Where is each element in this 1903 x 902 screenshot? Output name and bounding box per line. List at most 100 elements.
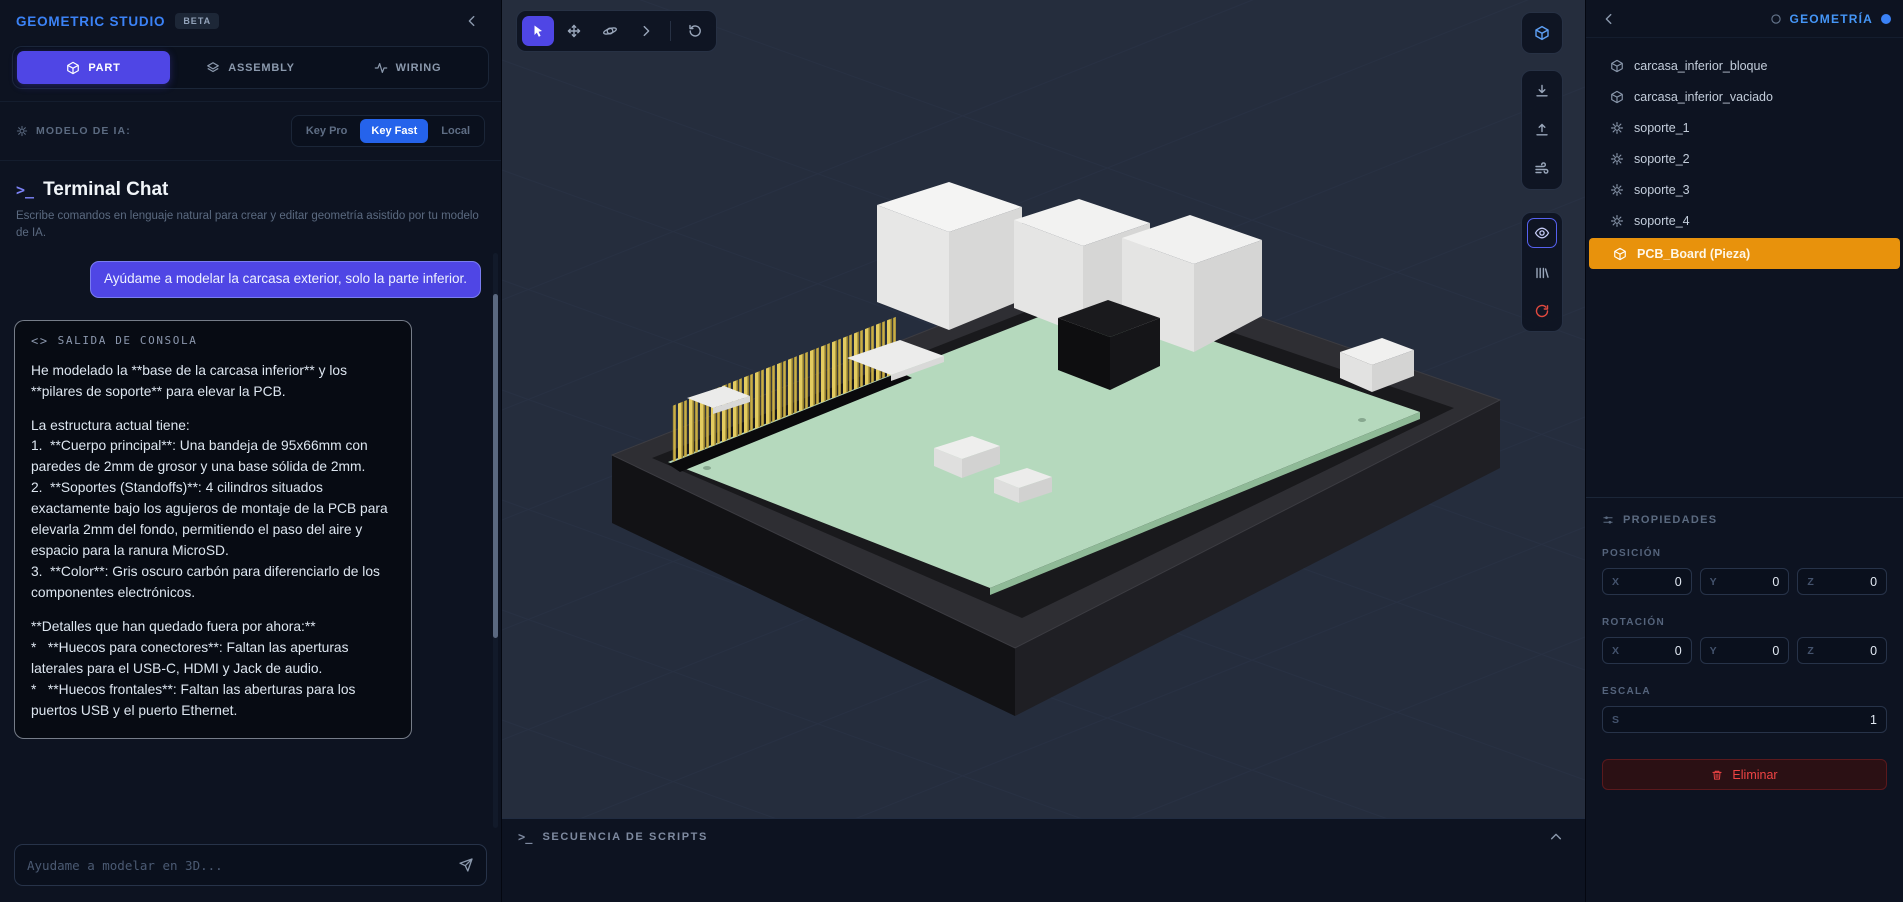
toolbar-divider	[670, 21, 671, 41]
ai-model-row: MODELO DE IA: Key Pro Key Fast Local	[0, 101, 501, 161]
tab-assembly-label: ASSEMBLY	[228, 62, 295, 74]
chat-subtitle: Escribe comandos en lenguaje natural par…	[16, 208, 485, 241]
user-message-bubble: Ayúdame a modelar la carcasa exterior, s…	[90, 261, 481, 297]
model-option-local[interactable]: Local	[430, 119, 481, 143]
library-icon	[1534, 264, 1550, 280]
ai-model-label-wrap: MODELO DE IA:	[16, 125, 131, 137]
position-x-input[interactable]	[1619, 575, 1682, 589]
scale-s-field: S	[1602, 706, 1887, 733]
position-inputs: X Y Z	[1602, 568, 1887, 595]
tab-part[interactable]: PART	[17, 51, 170, 84]
brand: GEOMETRIC STUDIO BETA	[16, 13, 219, 29]
chat-scrollbar-thumb[interactable]	[493, 294, 498, 639]
view-cube-button[interactable]	[1527, 18, 1557, 48]
eye-icon	[1534, 225, 1550, 241]
send-button[interactable]	[458, 857, 474, 873]
geometry-item-soporte-4[interactable]: soporte_4	[1586, 205, 1903, 236]
collapse-right-panel-button[interactable]	[1596, 6, 1622, 32]
geometry-item-label: soporte_3	[1634, 183, 1690, 197]
tab-part-label: PART	[88, 62, 120, 74]
cube-icon	[1534, 25, 1550, 41]
collapse-scripts-button[interactable]	[1543, 824, 1569, 850]
geometry-item-label: carcasa_inferior_bloque	[1634, 59, 1767, 73]
export-button[interactable]	[1527, 76, 1557, 106]
import-button[interactable]	[1527, 115, 1557, 145]
console-paragraph: He modelado la **base de la carcasa infe…	[31, 361, 395, 403]
properties-header: PROPIEDADES	[1602, 514, 1887, 526]
app-title: GEOMETRIC STUDIO	[16, 14, 165, 29]
collapse-left-panel-button[interactable]	[459, 8, 485, 34]
library-button[interactable]	[1527, 257, 1557, 287]
axis-y-label: Y	[1710, 576, 1717, 588]
scripts-header-row[interactable]: >_ SECUENCIA DE SCRIPTS	[502, 819, 1585, 855]
chat-title-row: >_ Terminal Chat	[16, 179, 485, 201]
orbit-tool-button[interactable]	[594, 16, 626, 46]
visibility-button[interactable]	[1527, 218, 1557, 248]
geometry-item-soporte-1[interactable]: soporte_1	[1586, 112, 1903, 143]
cube-icon	[66, 61, 80, 75]
scale-s-input[interactable]	[1619, 713, 1877, 727]
layers-icon	[206, 61, 220, 75]
position-y-input[interactable]	[1717, 575, 1780, 589]
ai-model-selector: Key Pro Key Fast Local	[291, 115, 485, 147]
geometry-item-soporte-3[interactable]: soporte_3	[1586, 174, 1903, 205]
position-z-input[interactable]	[1814, 575, 1877, 589]
move-tool-button[interactable]	[558, 16, 590, 46]
cube-icon	[1610, 90, 1624, 104]
wind-icon	[1534, 161, 1550, 177]
ai-model-label: MODELO DE IA:	[36, 125, 131, 137]
scale-label: ESCALA	[1602, 686, 1887, 697]
geometry-item-pcb-board[interactable]: PCB_Board (Pieza)	[1589, 238, 1900, 269]
delete-button[interactable]: Eliminar	[1602, 759, 1887, 790]
gear-icon	[1610, 214, 1624, 228]
geometry-item-label: soporte_1	[1634, 121, 1690, 135]
delete-button-label: Eliminar	[1732, 768, 1777, 782]
3d-scene[interactable]	[502, 0, 1585, 818]
rotation-z-field: Z	[1797, 637, 1887, 664]
ring-icon	[1770, 13, 1782, 25]
orbit-icon	[602, 23, 618, 39]
viewport-toolbar	[516, 10, 717, 52]
geometry-title-row: GEOMETRÍA	[1770, 12, 1891, 26]
console-output-card: <> SALIDA DE CONSOLA He modelado la **ba…	[14, 320, 412, 740]
model-option-key-pro[interactable]: Key Pro	[295, 119, 359, 143]
geometry-item-soporte-2[interactable]: soporte_2	[1586, 143, 1903, 174]
wireframe-button[interactable]	[1527, 154, 1557, 184]
axis-x-label: X	[1612, 576, 1619, 588]
status-dot	[1881, 14, 1891, 24]
chat-title: Terminal Chat	[43, 179, 168, 201]
viewport-3d: >_ SECUENCIA DE SCRIPTS	[502, 0, 1585, 902]
properties-panel: PROPIEDADES POSICIÓN X Y Z ROTACIÓN	[1586, 497, 1903, 902]
reset-view-button[interactable]	[679, 16, 711, 46]
cube-icon	[1613, 247, 1627, 261]
chevron-right-icon	[639, 24, 653, 38]
model-option-key-fast[interactable]: Key Fast	[360, 119, 428, 143]
expand-tools-button[interactable]	[630, 16, 662, 46]
console-paragraph: La estructura actual tiene: 1. **Cuerpo …	[31, 416, 395, 605]
rotate-ccw-icon	[687, 23, 703, 39]
left-panel: GEOMETRIC STUDIO BETA PART ASSEMBLY	[0, 0, 502, 902]
rotation-z-input[interactable]	[1814, 644, 1877, 658]
tab-assembly[interactable]: ASSEMBLY	[174, 51, 327, 84]
chevron-left-icon	[1602, 12, 1616, 26]
rotation-y-input[interactable]	[1717, 644, 1780, 658]
geometry-item-carcasa-inferior-vaciado[interactable]: carcasa_inferior_vaciado	[1586, 81, 1903, 112]
rotation-x-input[interactable]	[1619, 644, 1682, 658]
chat-scrollbar[interactable]	[493, 253, 498, 828]
tab-wiring-label: WIRING	[396, 62, 442, 74]
tab-wiring[interactable]: WIRING	[331, 51, 484, 84]
refresh-scene-button[interactable]	[1527, 296, 1557, 326]
scale-inputs: S	[1602, 706, 1887, 733]
geometry-title: GEOMETRÍA	[1790, 12, 1873, 26]
geometry-item-carcasa-inferior-bloque[interactable]: carcasa_inferior_bloque	[1586, 50, 1903, 81]
code-icon: <>	[31, 334, 49, 348]
chat-header: >_ Terminal Chat Escribe comandos en len…	[0, 161, 501, 249]
chat-input[interactable]	[27, 858, 458, 873]
right-panel: GEOMETRÍA carcasa_inferior_bloque carcas…	[1585, 0, 1903, 902]
trash-icon	[1711, 769, 1723, 781]
select-tool-button[interactable]	[522, 16, 554, 46]
position-label: POSICIÓN	[1602, 548, 1887, 559]
geometry-item-label: soporte_4	[1634, 214, 1690, 228]
position-z-field: Z	[1797, 568, 1887, 595]
axis-y-label: Y	[1710, 645, 1717, 657]
